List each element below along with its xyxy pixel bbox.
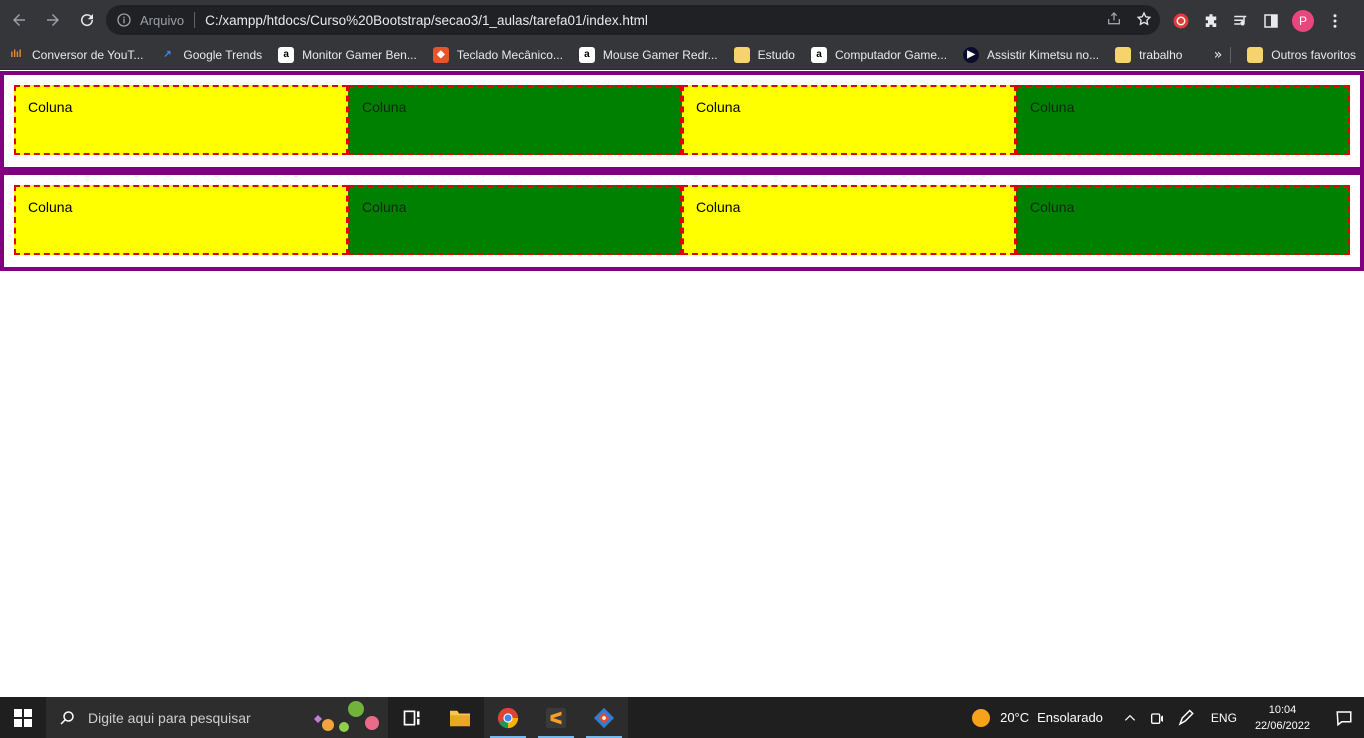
clock[interactable]: 10:04 22/06/2022: [1255, 702, 1310, 734]
media-queue-icon[interactable]: [1232, 12, 1250, 30]
bookmark-label: Mouse Gamer Redr...: [602, 47, 718, 62]
bookmarks-bar: ılıl Conversor de YouT... ↗ Google Trends …: [0, 40, 1364, 70]
taskbar-sublime-text[interactable]: [532, 697, 580, 738]
url-text[interactable]: C:/xampp/htdocs/Curso%20Bootstrap/secao3…: [205, 13, 648, 28]
folder-icon: [1247, 46, 1264, 63]
pen-icon[interactable]: [1177, 708, 1195, 727]
start-button[interactable]: [0, 697, 46, 738]
page-content: Coluna Coluna Coluna Coluna Coluna Colun…: [0, 71, 1364, 697]
search-placeholder: Digite aqui para pesquisar: [88, 709, 251, 726]
taskbar: Digite aqui para pesquisar 20°C Ensolara…: [0, 697, 1364, 738]
bookmark-item[interactable]: ◆ Teclado Mecânico...: [425, 43, 571, 67]
bookmark-label: Monitor Gamer Ben...: [302, 47, 417, 62]
amazon-icon: a: [578, 46, 595, 63]
taskbar-search[interactable]: Digite aqui para pesquisar: [46, 697, 388, 738]
arrow-right-icon: [47, 14, 59, 26]
divider: [1230, 46, 1232, 63]
column: Coluna: [14, 185, 348, 255]
column: Coluna: [14, 85, 348, 155]
search-highlight-icon: [314, 701, 379, 732]
bookmark-item[interactable]: a Mouse Gamer Redr...: [571, 43, 726, 67]
other-bookmarks[interactable]: Outros favoritos: [1239, 43, 1364, 67]
forward-button[interactable]: [38, 5, 68, 35]
bookmark-label: Outros favoritos: [1271, 47, 1356, 62]
taskbar-file-explorer[interactable]: [436, 697, 484, 738]
folder-icon: [1115, 46, 1132, 63]
column: Coluna: [682, 85, 1016, 155]
weather-widget[interactable]: 20°C Ensolarado: [972, 708, 1103, 727]
waveform-icon: ılıl: [10, 49, 22, 60]
reload-icon: [81, 14, 94, 27]
side-panel-icon[interactable]: [1262, 12, 1280, 30]
bookmark-label: Assistir Kimetsu no...: [987, 47, 1100, 62]
profile-avatar[interactable]: P: [1292, 10, 1314, 32]
bookmark-item[interactable]: trabalho: [1107, 43, 1190, 67]
bookmark-item[interactable]: ↗ Google Trends: [151, 43, 270, 67]
amazon-icon: a: [810, 46, 827, 63]
weather-temp: 20°C: [1000, 710, 1030, 725]
notification-button[interactable]: [1324, 709, 1364, 727]
star-icon[interactable]: [1136, 11, 1152, 27]
share-icon[interactable]: [1106, 11, 1122, 27]
bookmark-label: Computador Game...: [834, 47, 948, 62]
windows-icon: [14, 708, 32, 727]
reload-button[interactable]: [72, 5, 102, 35]
taskbar-chrome[interactable]: [484, 697, 532, 738]
folder-icon: [733, 46, 750, 63]
row: Coluna Coluna Coluna Coluna: [0, 171, 1364, 271]
bookmark-label: Google Trends: [183, 47, 263, 62]
meet-now-icon[interactable]: [1149, 710, 1165, 726]
git-icon: [593, 707, 615, 728]
clock-time: 10:04: [1268, 703, 1297, 716]
notification-icon: [1336, 710, 1352, 726]
weather-text: Ensolarado: [1037, 710, 1103, 725]
column: Coluna: [1016, 85, 1350, 155]
chrome-icon: [497, 707, 519, 728]
row: Coluna Coluna Coluna Coluna: [0, 71, 1364, 171]
search-icon: [60, 710, 74, 725]
bookmark-item[interactable]: ılıl Conversor de YouT...: [0, 43, 151, 67]
sublime-icon: [545, 707, 567, 728]
puzzle-icon[interactable]: [1202, 12, 1220, 30]
arrow-left-icon: [13, 14, 25, 26]
bookmark-item[interactable]: a Computador Game...: [803, 43, 955, 67]
folder-icon: [450, 710, 470, 726]
column: Coluna: [682, 185, 1016, 255]
column: Coluna: [1016, 185, 1350, 255]
kebab-menu-icon[interactable]: [1326, 12, 1344, 30]
back-button[interactable]: [4, 5, 34, 35]
bookmark-label: trabalho: [1139, 47, 1183, 62]
info-icon[interactable]: [116, 12, 132, 28]
bookmark-label: Estudo: [757, 47, 795, 62]
bookmark-label: Teclado Mecânico...: [456, 47, 563, 62]
column: Coluna: [348, 185, 682, 255]
task-view-icon: [403, 710, 420, 725]
address-bar[interactable]: Arquivo C:/xampp/htdocs/Curso%20Bootstra…: [106, 5, 1160, 35]
language-indicator[interactable]: ENG: [1211, 711, 1237, 725]
task-view-button[interactable]: [388, 697, 436, 738]
taskbar-git[interactable]: [580, 697, 628, 738]
column: Coluna: [348, 85, 682, 155]
chevron-up-icon[interactable]: [1123, 711, 1137, 725]
bookmark-item[interactable]: a Monitor Gamer Ben...: [270, 43, 425, 67]
bookmark-item[interactable]: ▶ Assistir Kimetsu no...: [955, 43, 1107, 67]
bookmark-item[interactable]: Estudo: [726, 43, 803, 67]
amazon-icon: a: [278, 46, 295, 63]
shop-icon: ◆: [432, 46, 449, 63]
clock-date: 22/06/2022: [1254, 719, 1310, 732]
scheme-label: Arquivo: [140, 12, 185, 28]
divider: [194, 12, 196, 28]
trends-icon: ↗: [163, 49, 172, 60]
bookmarks-more-button[interactable]: »: [1214, 47, 1223, 63]
browser-toolbar: Arquivo C:/xampp/htdocs/Curso%20Bootstra…: [0, 0, 1364, 40]
bookmark-label: Conversor de YouT...: [32, 47, 144, 62]
system-tray: 20°C Ensolarado ENG 10:04 22/06/2022: [972, 697, 1364, 738]
extension-red-icon[interactable]: [1172, 12, 1190, 30]
sun-icon: [972, 708, 991, 727]
play-icon: ▶: [963, 46, 980, 63]
